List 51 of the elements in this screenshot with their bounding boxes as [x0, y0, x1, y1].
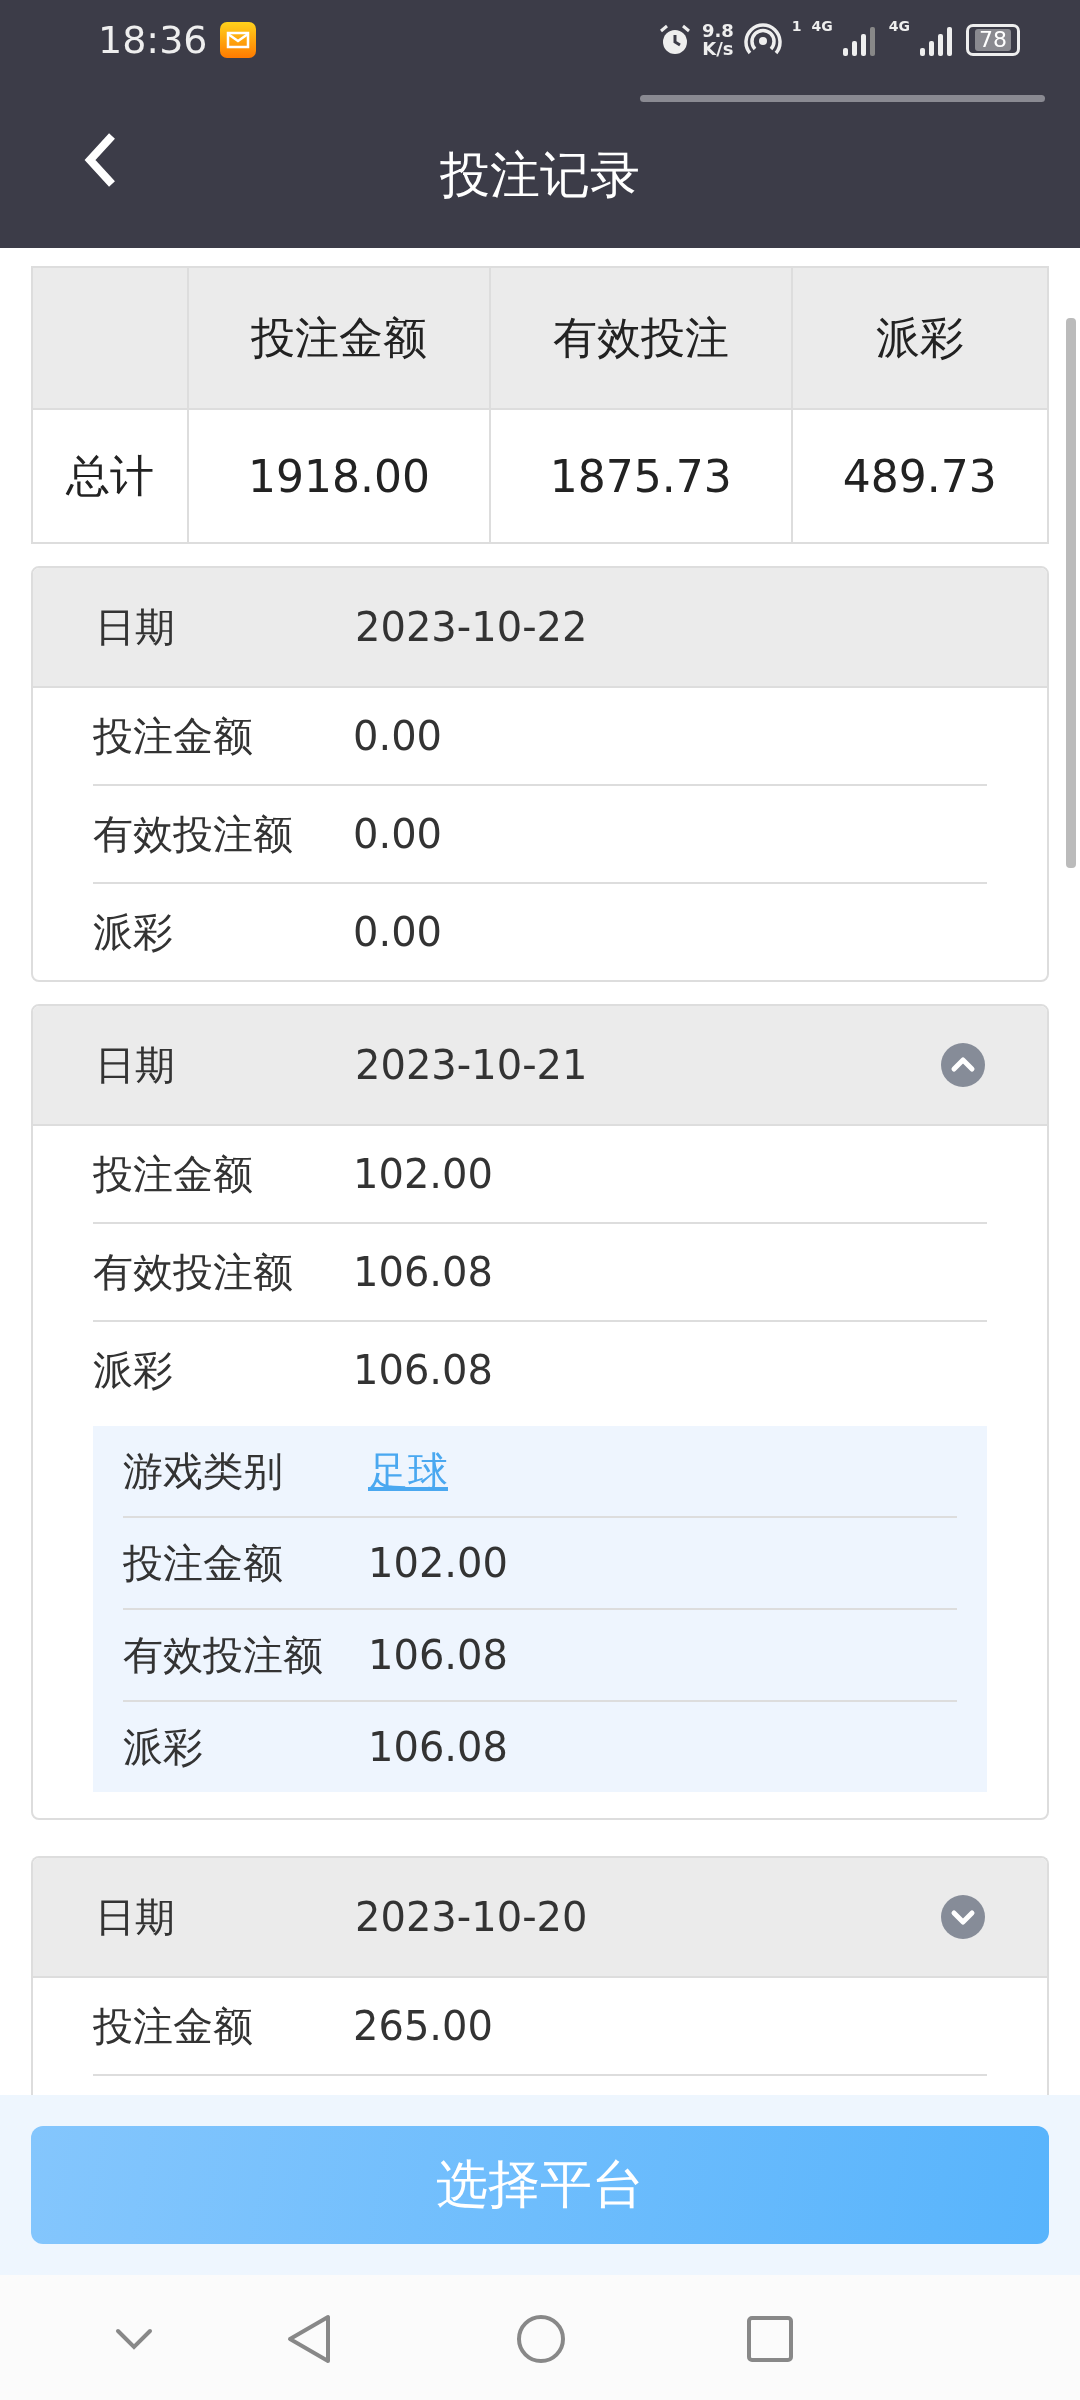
date-label: 日期: [95, 1892, 176, 1942]
network-speed: 9.8 K/s: [701, 22, 734, 58]
field-value: 106.08: [353, 1249, 493, 1295]
table-cell: 总计: [32, 409, 188, 543]
field-value: 0.00: [353, 713, 443, 759]
field-value: 106.08: [353, 1347, 493, 1393]
field-label: 投注金额: [93, 711, 254, 761]
field-label: 有效投注额: [123, 1630, 324, 1680]
home-icon[interactable]: [515, 2313, 567, 2365]
field-label: 投注金额: [123, 1538, 284, 1588]
field-label: 投注金额: [93, 2001, 254, 2051]
date-value: 2023-10-21: [355, 1042, 588, 1088]
field-value: 106.08: [368, 1724, 508, 1770]
page-title: 投注记录: [440, 144, 640, 206]
field-value: 102.00: [368, 1540, 508, 1586]
collapse-icon[interactable]: [941, 1043, 985, 1087]
field-label: 派彩: [93, 1345, 174, 1395]
record-header[interactable]: 日期 2023-10-20: [33, 1858, 1047, 1978]
field-label: 有效投注额: [93, 1247, 294, 1297]
battery-indicator: 78: [966, 24, 1020, 56]
status-time: 18:36: [98, 18, 208, 62]
field-value: 102.00: [353, 1151, 493, 1197]
field-value: 265.00: [353, 2003, 493, 2049]
mail-icon: [219, 22, 256, 58]
hotspot-icon: [743, 23, 782, 57]
table-cell: 1875.73: [489, 409, 792, 543]
recent-apps-icon[interactable]: [746, 2315, 794, 2363]
field-label: 有效投注额: [93, 809, 294, 859]
field-value: 106.08: [368, 1632, 508, 1678]
network-type: 4G: [888, 18, 910, 34]
date-label: 日期: [95, 1040, 176, 1090]
date-label: 日期: [95, 602, 176, 652]
table-cell: 489.73: [791, 409, 1048, 543]
field-value: 0.00: [353, 909, 443, 955]
field-label: 派彩: [93, 907, 174, 957]
date-value: 2023-10-22: [355, 604, 588, 650]
field-value: 0.00: [353, 811, 443, 857]
network-type: 4G: [811, 18, 833, 34]
record-header[interactable]: 日期 2023-10-22: [33, 568, 1047, 688]
table-header-cell: 投注金额: [188, 267, 490, 409]
record-header[interactable]: 日期 2023-10-21: [33, 1006, 1047, 1126]
table-header-cell: 派彩: [791, 267, 1048, 409]
expand-icon[interactable]: [941, 1895, 985, 1939]
field-label: 投注金额: [93, 1149, 254, 1199]
date-value: 2023-10-20: [355, 1894, 588, 1940]
table-header-cell: 有效投注: [489, 267, 792, 409]
table-cell: 1918.00: [188, 409, 490, 543]
sim-label: 1: [791, 18, 802, 34]
field-label: 游戏类别: [123, 1446, 284, 1496]
field-label: 派彩: [123, 1722, 204, 1772]
alarm-icon: [657, 23, 692, 57]
